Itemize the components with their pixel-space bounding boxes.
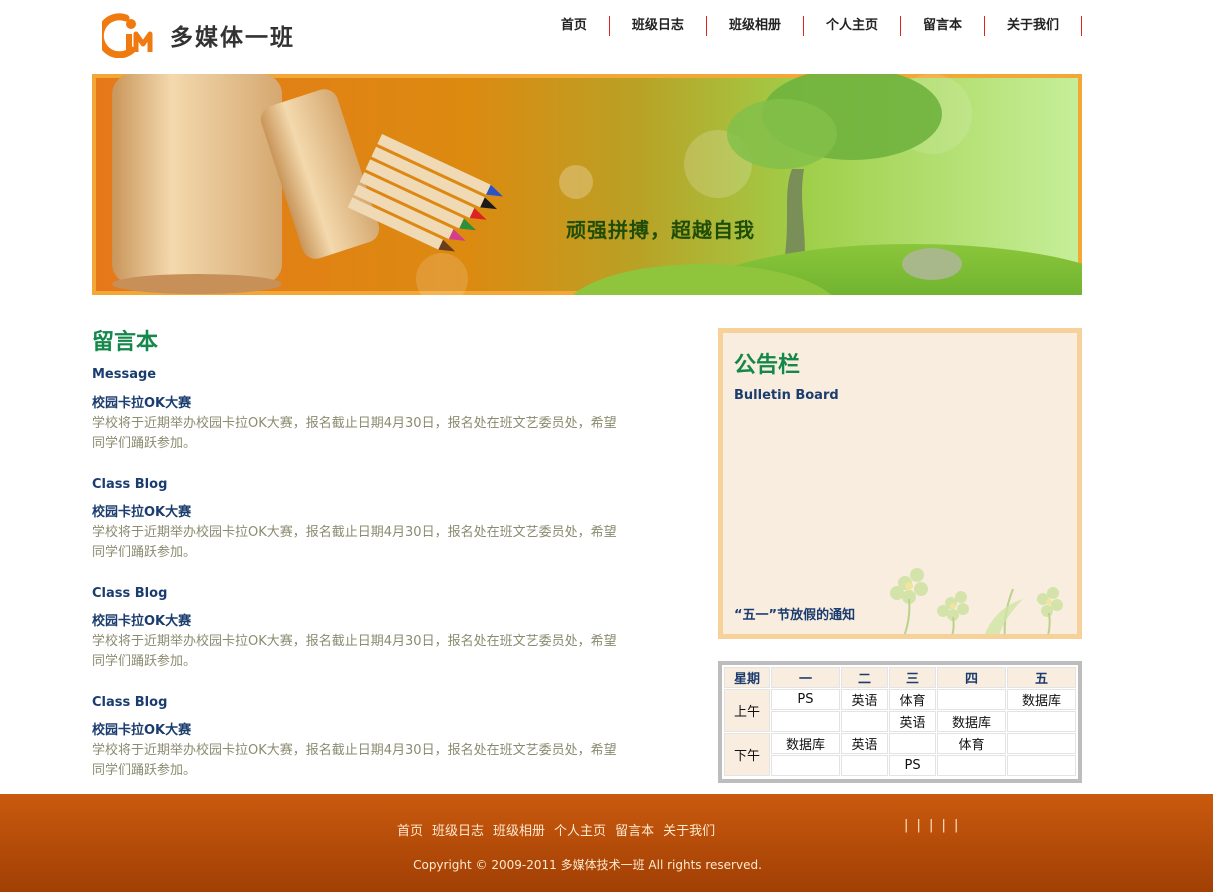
table-cell (1007, 711, 1076, 732)
bulletin-notice-link[interactable]: “五一”节放假的通知 (734, 604, 855, 623)
column-header: 五 (1007, 667, 1076, 688)
class-schedule: 星期 一 二 三 四 五 上午 PS 英语 体育 数据库 英语 数据库 下午 数… (718, 661, 1082, 783)
table-cell (937, 689, 1007, 710)
footer-link-class-log[interactable]: 班级日志 (432, 820, 484, 839)
post-category-label: Class Blog (92, 477, 168, 492)
site-logo[interactable]: 多媒体一班 (102, 12, 295, 58)
footer-link-about-us[interactable]: 关于我们 (663, 820, 715, 839)
table-cell (840, 711, 889, 732)
site-footer: 首页 班级日志 班级相册 个人主页 留言本 关于我们 | | | | | Cop… (0, 794, 1213, 892)
column-header: 三 (889, 667, 937, 688)
table-cell (1007, 733, 1076, 754)
list-item: Class Blog 校园卡拉OK大赛 学校将于近期举办校园卡拉OK大赛，报名截… (92, 695, 632, 781)
footer-link-personal-page[interactable]: 个人主页 (554, 820, 606, 839)
column-header: 一 (771, 667, 840, 688)
copyright-text: Copyright © 2009-2011 多媒体技术一班 All rights… (413, 858, 762, 872)
list-item: Class Blog 校园卡拉OK大赛 学校将于近期举办校园卡拉OK大赛，报名截… (92, 586, 632, 672)
table-cell: 数据库 (771, 733, 840, 754)
main-nav: 首页 班级日志 班级相册 个人主页 留言本 关于我们 (539, 16, 1082, 36)
post-title-link[interactable]: 校园卡拉OK大赛 (92, 723, 632, 739)
table-cell (937, 755, 1007, 776)
post-category-label: Class Blog (92, 586, 168, 601)
table-cell: 数据库 (937, 711, 1007, 732)
column-header: 星期 (724, 667, 770, 688)
table-cell (771, 711, 840, 732)
banner-illustration (92, 74, 1082, 295)
footer-link-guestbook[interactable]: 留言本 (615, 820, 654, 839)
table-row: 上午 PS 英语 体育 数据库 (724, 689, 1076, 732)
table-cell: 体育 (937, 733, 1007, 754)
footer-nav: 首页 班级日志 班级相册 个人主页 留言本 关于我们 (397, 820, 724, 839)
post-title-link[interactable]: 校园卡拉OK大赛 (92, 614, 632, 630)
table-cell: PS (771, 689, 840, 710)
table-cell (889, 733, 937, 754)
list-item: Class Blog 校园卡拉OK大赛 学校将于近期举办校园卡拉OK大赛，报名截… (92, 477, 632, 563)
column-header: 二 (840, 667, 889, 688)
post-summary: 学校将于近期举办校园卡拉OK大赛，报名截止日期4月30日，报名处在班文艺委员处，… (92, 416, 617, 451)
nav-personal-page[interactable]: 个人主页 (804, 16, 901, 36)
bulletin-title: 公告栏 (734, 353, 801, 378)
banner-slogan: 顽强拼搏，超越自我 (566, 218, 755, 242)
table-row: PS (724, 755, 1076, 776)
logo-icon (102, 13, 153, 58)
guestbook-section: 留言本 Message 校园卡拉OK大赛 学校将于近期举办校园卡拉OK大赛，报名… (92, 328, 632, 781)
table-row: 英语 数据库 (724, 711, 1076, 732)
table-cell (840, 755, 889, 776)
schedule-table: 星期 一 二 三 四 五 上午 PS 英语 体育 数据库 英语 数据库 下午 数… (723, 666, 1077, 777)
table-cell (771, 755, 840, 776)
table-row: 下午 数据库 英语 体育 (724, 733, 1076, 776)
footer-link-class-album[interactable]: 班级相册 (493, 820, 545, 839)
post-summary: 学校将于近期举办校园卡拉OK大赛，报名截止日期4月30日，报名处在班文艺委员处，… (92, 525, 617, 560)
guestbook-subtitle: Message (92, 367, 157, 382)
post-summary: 学校将于近期举办校园卡拉OK大赛，报名截止日期4月30日，报名处在班文艺委员处，… (92, 634, 617, 669)
post-title-link[interactable]: 校园卡拉OK大赛 (92, 505, 632, 521)
post-title-link[interactable]: 校园卡拉OK大赛 (92, 396, 632, 412)
nav-home[interactable]: 首页 (539, 16, 610, 36)
period-label-morning: 上午 (724, 689, 770, 732)
table-cell: 数据库 (1007, 689, 1076, 710)
nav-class-album[interactable]: 班级相册 (707, 16, 804, 36)
table-cell: 英语 (889, 711, 937, 732)
nav-class-log[interactable]: 班级日志 (610, 16, 707, 36)
nav-about-us[interactable]: 关于我们 (985, 16, 1082, 36)
column-header: 四 (937, 667, 1007, 688)
table-cell: 英语 (840, 733, 889, 754)
nav-guestbook[interactable]: 留言本 (901, 16, 985, 36)
table-cell: 体育 (889, 689, 937, 710)
list-item: 校园卡拉OK大赛 学校将于近期举办校园卡拉OK大赛，报名截止日期4月30日，报名… (92, 396, 632, 454)
table-cell (1007, 755, 1076, 776)
period-label-afternoon: 下午 (724, 733, 770, 776)
bulletin-subtitle: Bulletin Board (734, 388, 839, 403)
hero-banner: 顽强拼搏，超越自我 (92, 74, 1082, 295)
post-category-label: Class Blog (92, 695, 168, 710)
guestbook-title: 留言本 (92, 330, 159, 355)
table-cell: PS (889, 755, 937, 776)
flower-decoration-icon (890, 568, 1063, 634)
bulletin-board: 公告栏 Bulletin Board “五一”节放假的通知 (718, 328, 1082, 639)
post-summary: 学校将于近期举办校园卡拉OK大赛，报名截止日期4月30日，报名处在班文艺委员处，… (92, 743, 617, 778)
footer-link-home[interactable]: 首页 (397, 820, 423, 839)
site-name: 多媒体一班 (170, 25, 295, 51)
table-header-row: 星期 一 二 三 四 五 (724, 667, 1076, 688)
site-header: 多媒体一班 首页 班级日志 班级相册 个人主页 留言本 关于我们 (92, 0, 1082, 74)
table-cell: 英语 (840, 689, 889, 710)
footer-separators: | | | | | (904, 818, 961, 833)
